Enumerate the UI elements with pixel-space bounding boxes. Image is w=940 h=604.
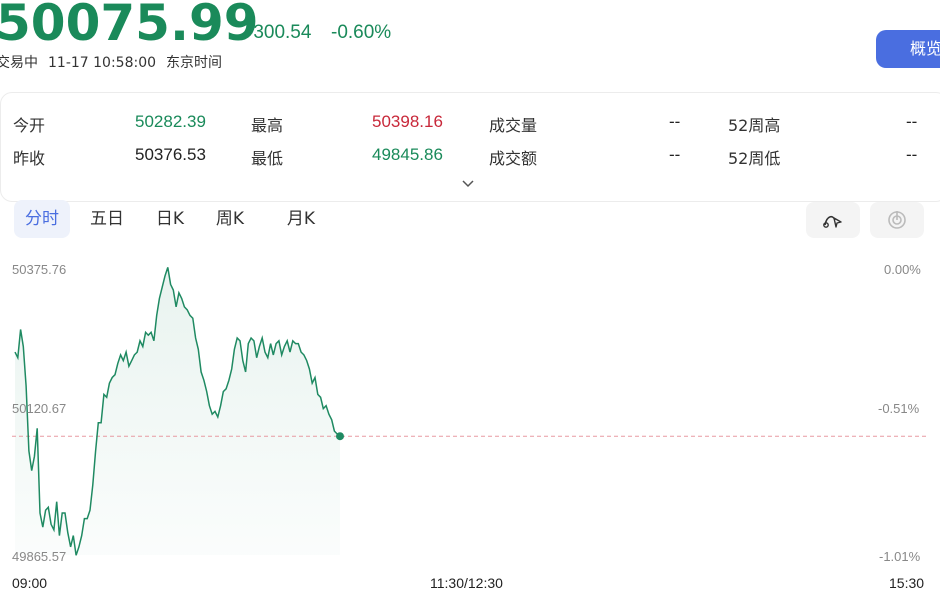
current-price: 50075.99 — [0, 0, 259, 52]
tab-five-day[interactable]: 五日 — [82, 200, 132, 238]
indicator-button[interactable] — [870, 202, 924, 238]
w52-high-value: -- — [906, 112, 918, 131]
indicator-icon — [888, 211, 906, 229]
open-value: 50282.39 — [135, 112, 206, 131]
w52-low-label: 52周低 — [728, 149, 781, 168]
y-tick-left-bottom: 49865.57 — [12, 549, 67, 564]
turnover-label: 成交额 — [489, 149, 538, 168]
x-tick-midday: 11:30/12:30 — [430, 575, 503, 591]
turnover-value: -- — [669, 145, 681, 164]
timezone-label: 东京时间 — [166, 55, 223, 71]
high-value: 50398.16 — [372, 112, 443, 131]
tab-weekly-k[interactable]: 周K — [205, 200, 255, 238]
tab-monthly-k[interactable]: 月K — [276, 200, 326, 238]
x-tick-close: 15:30 — [889, 575, 925, 591]
w52-high-label: 52周高 — [728, 116, 781, 135]
low-label: 最低 — [251, 149, 284, 168]
tab-daily-k[interactable]: 日K — [145, 200, 195, 238]
prev-close-label: 昨收 — [13, 149, 46, 168]
volume-value: -- — [669, 112, 681, 131]
status-line: 交易中 11-17 10:58:00 东京时间 — [0, 52, 232, 72]
intraday-chart[interactable] — [0, 255, 940, 565]
quote-time: 11-17 10:58:00 — [48, 55, 157, 71]
tab-intraday[interactable]: 分时 — [14, 200, 70, 238]
low-value: 49845.86 — [372, 145, 443, 164]
y-tick-right-mid: -0.51% — [878, 401, 920, 416]
price-change-percent: -0.60% — [331, 22, 392, 43]
w52-low-value: -- — [906, 145, 918, 164]
trading-status: 交易中 — [0, 55, 38, 71]
x-tick-open: 09:00 — [12, 575, 48, 591]
y-tick-left-mid: 50120.67 — [12, 401, 67, 416]
open-label: 今开 — [13, 116, 46, 135]
volume-label: 成交量 — [489, 116, 538, 135]
y-tick-right-bottom: -1.01% — [879, 549, 921, 564]
draw-tool-button[interactable] — [806, 202, 860, 238]
last-price-dot — [336, 432, 344, 441]
overview-button[interactable]: 概览 — [876, 30, 940, 68]
draw-tool-icon — [823, 215, 842, 228]
prev-close-value: 50376.53 — [135, 145, 206, 164]
price-change: -300.54 — [247, 22, 312, 43]
y-tick-left-top: 50375.76 — [12, 262, 67, 277]
chevron-down-icon[interactable] — [461, 174, 475, 193]
y-tick-right-top: 0.00% — [884, 262, 921, 277]
high-label: 最高 — [251, 116, 284, 135]
